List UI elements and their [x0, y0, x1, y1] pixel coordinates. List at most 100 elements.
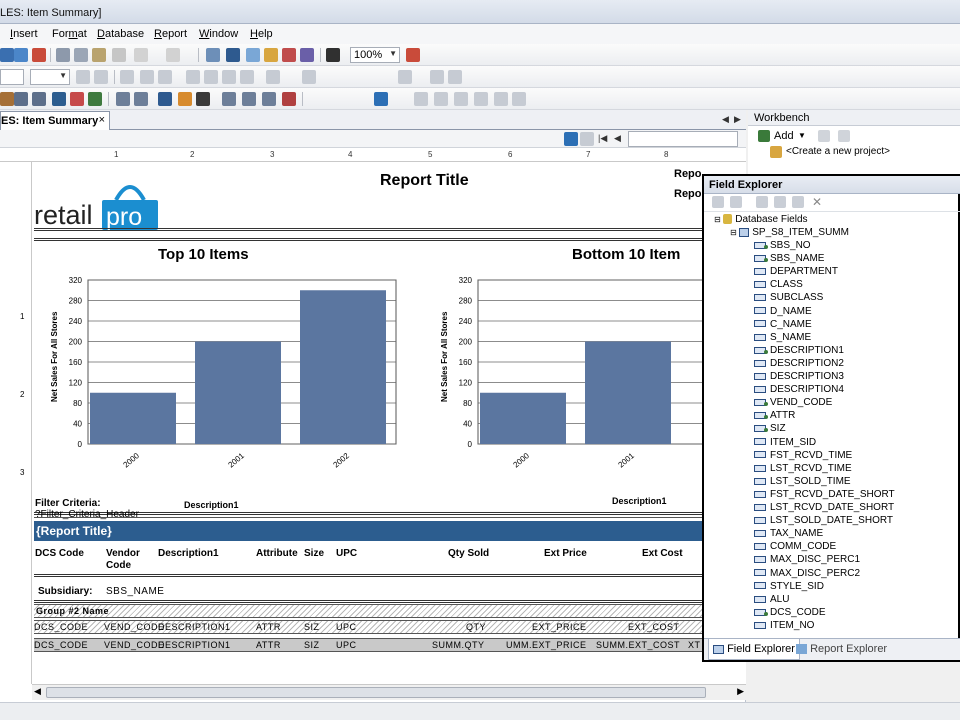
insert-line-icon[interactable]	[14, 92, 28, 106]
field-item[interactable]: MAX_DISC_PERC1	[754, 554, 860, 565]
scroll-right-icon[interactable]: ▶	[737, 686, 744, 697]
font-color-icon[interactable]	[266, 70, 280, 84]
field-item[interactable]: DESCRIPTION2	[754, 358, 844, 369]
col-ext-price[interactable]: Ext Price	[544, 548, 587, 559]
align-left-icon[interactable]	[186, 70, 200, 84]
group-tree-icon[interactable]	[206, 48, 220, 62]
bottom-10-chart[interactable]: 0 40 80 120 160 200 240 280 320 2000 2001	[438, 270, 746, 510]
refresh-icon[interactable]	[262, 92, 276, 106]
field-item[interactable]: DEPARTMENT	[754, 266, 838, 277]
tab-right-icon[interactable]: ▶	[734, 114, 741, 125]
menu-format[interactable]: Format	[52, 28, 87, 40]
edit-field-icon[interactable]	[774, 196, 786, 208]
bar[interactable]	[195, 341, 281, 445]
chevron-down-icon[interactable]: ▼	[798, 131, 806, 140]
first-page-icon[interactable]	[414, 92, 428, 106]
field-item[interactable]: COMM_CODE	[754, 541, 836, 552]
properties-icon[interactable]	[838, 130, 850, 142]
print-preview-icon[interactable]	[14, 48, 28, 62]
insert-box-icon[interactable]	[32, 92, 46, 106]
insert-field-icon[interactable]	[712, 196, 724, 208]
insert-text-icon[interactable]	[0, 92, 14, 106]
stop-preview-icon[interactable]	[580, 132, 594, 146]
currency-icon[interactable]	[398, 70, 412, 84]
detail-row[interactable]: DCS_CODE VEND_CODE DESCRIPTION1 ATTR SIZ…	[34, 620, 746, 634]
next-page-icon[interactable]	[454, 92, 468, 106]
database-expert-icon[interactable]	[242, 92, 256, 106]
formula-icon[interactable]	[196, 92, 210, 106]
rename-field-icon[interactable]	[792, 196, 804, 208]
prev-icon[interactable]: ◀	[614, 133, 621, 144]
field-item[interactable]: FST_RCVD_TIME	[754, 450, 852, 461]
menu-window[interactable]: Window	[199, 28, 238, 40]
create-project-item[interactable]: <Create a new project>	[786, 146, 890, 157]
justify-icon[interactable]	[240, 70, 254, 84]
format-painter-icon[interactable]	[112, 48, 126, 62]
align-center-icon[interactable]	[204, 70, 218, 84]
insert-group-icon[interactable]	[116, 92, 130, 106]
delete-icon[interactable]: ✕	[812, 195, 822, 209]
underline-icon[interactable]	[158, 70, 172, 84]
tree-root[interactable]: ⊟ Database Fields	[714, 214, 808, 225]
group-header-band[interactable]: Group #2 Name	[34, 604, 746, 618]
col-qty-sold[interactable]: Qty Sold	[448, 548, 489, 559]
border-icon[interactable]	[302, 70, 316, 84]
bar[interactable]	[480, 392, 566, 444]
last-page-icon[interactable]	[474, 92, 488, 106]
summary-row[interactable]: DCS_CODE VEND_CODE DESCRIPTION1 ATTR SIZ…	[34, 638, 746, 652]
forward-icon[interactable]	[512, 92, 526, 106]
reload-icon[interactable]	[374, 92, 388, 106]
col-vendor-code-2[interactable]: Code	[106, 560, 131, 571]
scroll-thumb[interactable]	[46, 687, 706, 698]
field-item[interactable]: VEND_CODE	[754, 397, 832, 408]
decimals-icon[interactable]	[448, 70, 462, 84]
help-icon[interactable]	[406, 48, 420, 62]
find-icon[interactable]	[326, 48, 340, 62]
report-explorer-icon[interactable]	[246, 48, 260, 62]
align-right-icon[interactable]	[222, 70, 236, 84]
menu-database[interactable]: Database	[97, 28, 144, 40]
dependency-icon[interactable]	[300, 48, 314, 62]
redo-icon[interactable]	[166, 48, 180, 62]
field-item[interactable]: ITEM_NO	[754, 620, 814, 631]
tab-left-icon[interactable]: ◀	[722, 114, 729, 125]
font-name-combo[interactable]	[0, 69, 24, 85]
insert-map-icon[interactable]	[88, 92, 102, 106]
field-item[interactable]: LST_RCVD_DATE_SHORT	[754, 502, 894, 513]
field-item[interactable]: SUBCLASS	[754, 292, 823, 303]
thousands-icon[interactable]	[430, 70, 444, 84]
col-upc[interactable]: UPC	[336, 548, 357, 559]
undo-icon[interactable]	[134, 48, 148, 62]
first-icon[interactable]: |◀	[598, 133, 607, 144]
field-item[interactable]: SIZ	[754, 423, 786, 434]
col-ext-cost[interactable]: Ext Cost	[642, 548, 683, 559]
filter-criteria-value[interactable]: ?Filter_Criteria_Header	[35, 509, 139, 520]
field-item[interactable]: LST_SOLD_TIME	[754, 476, 851, 487]
increase-font-icon[interactable]	[76, 70, 90, 84]
refresh-preview-icon[interactable]	[564, 132, 578, 146]
paste-icon[interactable]	[92, 48, 106, 62]
col-dcs-code[interactable]: DCS Code	[35, 548, 84, 559]
cut-icon[interactable]	[56, 48, 70, 62]
field-item[interactable]: MAX_DISC_PERC2	[754, 568, 860, 579]
bar[interactable]	[585, 341, 671, 445]
report-title-band[interactable]: {Report Title}	[34, 521, 746, 541]
filter-criteria-label[interactable]: Filter Criteria:	[35, 498, 101, 509]
add-button[interactable]: Add	[774, 130, 794, 142]
decrease-font-icon[interactable]	[94, 70, 108, 84]
field-item[interactable]: SBS_NAME	[754, 253, 824, 264]
col-size[interactable]: Size	[304, 548, 324, 559]
font-size-combo[interactable]: ▼	[30, 69, 70, 85]
col-description1[interactable]: Description1	[158, 548, 219, 559]
field-item[interactable]: CLASS	[754, 279, 803, 290]
add-icon[interactable]	[758, 130, 770, 142]
collapse-icon[interactable]: ⊟	[714, 215, 721, 224]
scroll-left-icon[interactable]: ◀	[34, 686, 41, 697]
copy-icon[interactable]	[74, 48, 88, 62]
export-icon[interactable]	[32, 48, 46, 62]
horizontal-scrollbar[interactable]: ◀ ▶	[32, 684, 746, 700]
subsidiary-label[interactable]: Subsidiary:	[38, 586, 92, 597]
tab-item-summary[interactable]: ES: Item Summary ×	[0, 111, 110, 130]
menu-report[interactable]: Report	[154, 28, 187, 40]
stop-icon[interactable]	[282, 92, 296, 106]
